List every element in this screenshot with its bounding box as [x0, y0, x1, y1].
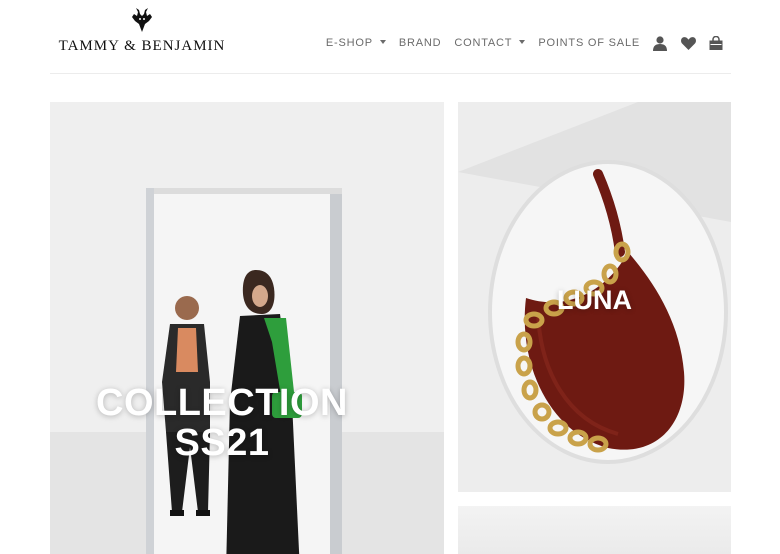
luna-title: LUNA — [557, 285, 632, 315]
collection-title-line2: SS21 — [174, 421, 270, 464]
nav-item-label: BRAND — [398, 37, 442, 49]
secondary-banner[interactable] — [458, 506, 731, 554]
nav-item-contact[interactable]: CONTACT — [454, 37, 526, 49]
main-nav: E-SHOP BRAND CONTACT POINTS OF SALE — [326, 35, 724, 51]
collection-title-line1: COLLECTION — [96, 382, 348, 424]
header-icons — [652, 35, 724, 51]
brand-name: TAMMY & BENJAMIN — [58, 38, 226, 54]
shopping-bag-icon[interactable] — [708, 35, 724, 51]
chevron-down-icon — [379, 40, 386, 44]
nav-item-e-shop[interactable]: E-SHOP — [326, 37, 386, 49]
header-divider — [50, 73, 731, 74]
nav-item-label: E-SHOP — [325, 37, 373, 49]
heart-icon[interactable] — [680, 35, 696, 51]
nav-item-points-of-sale[interactable]: POINTS OF SALE — [538, 37, 640, 49]
chevron-down-icon — [519, 40, 526, 44]
brand-logo[interactable]: TAMMY & BENJAMIN — [57, 6, 227, 56]
nav-item-brand[interactable]: BRAND — [399, 37, 442, 49]
site-header: TAMMY & BENJAMIN E-SHOP BRAND CONTACT PO… — [0, 0, 780, 75]
deer-logo-icon — [132, 8, 152, 32]
nav-item-label: POINTS OF SALE — [538, 37, 640, 49]
collection-banner[interactable] — [50, 102, 444, 554]
collection-photo — [50, 102, 444, 554]
nav-item-label: CONTACT — [454, 37, 513, 49]
collection-title: COLLECTION SS21 — [0, 382, 444, 464]
user-icon[interactable] — [652, 35, 668, 51]
